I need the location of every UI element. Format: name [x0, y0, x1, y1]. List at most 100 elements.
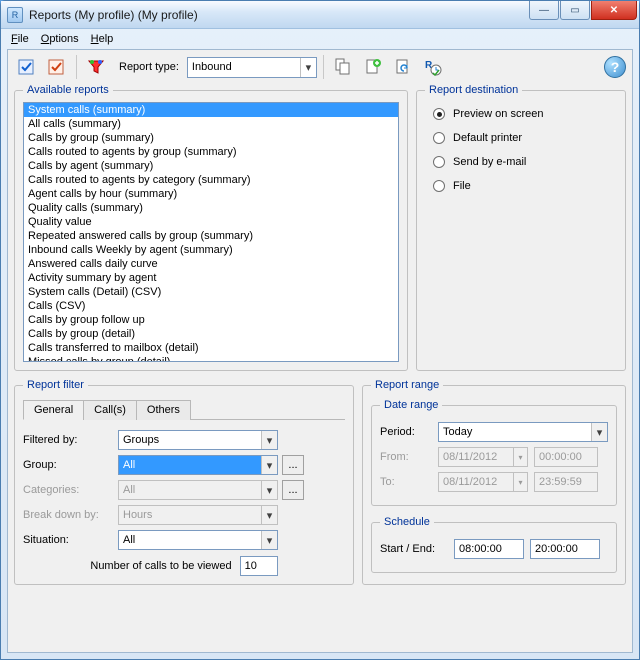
report-list-item[interactable]: Missed calls by group (detail): [24, 355, 398, 362]
radio-label: Default printer: [453, 132, 522, 144]
menu-file[interactable]: File: [11, 33, 29, 45]
radio-label: File: [453, 180, 471, 192]
report-list-item[interactable]: Calls by group (summary): [24, 131, 398, 145]
window-frame: R Reports (My profile) (My profile) — ▭ …: [0, 0, 640, 660]
report-list-item[interactable]: Quality calls (summary): [24, 201, 398, 215]
chevron-down-icon: ▾: [261, 531, 277, 549]
to-time-value: 23:59:59: [539, 476, 582, 488]
toolbar-separator: [76, 55, 77, 79]
to-time-input: 23:59:59: [534, 472, 598, 492]
close-button[interactable]: ✕: [591, 1, 637, 20]
filtered-by-value: Groups: [123, 434, 159, 446]
radio-label: Preview on screen: [453, 108, 544, 120]
report-list-item[interactable]: Calls routed to agents by group (summary…: [24, 145, 398, 159]
from-date-picker: 08/11/2012 ▾: [438, 447, 528, 467]
report-list-item[interactable]: Agent calls by hour (summary): [24, 187, 398, 201]
categories-browse-button[interactable]: ...: [282, 480, 304, 500]
tab-others[interactable]: Others: [136, 400, 191, 420]
filter-tabs: General Call(s) Others: [23, 399, 345, 420]
schedule-legend: Schedule: [380, 516, 434, 528]
chevron-down-icon: ▾: [513, 448, 527, 466]
client-area: Report type: Inbound ▾ R ? Available rep: [7, 49, 633, 653]
report-range-group: Report range Date range Period: Today ▾ …: [362, 379, 626, 585]
radio-icon: [433, 132, 445, 144]
chevron-down-icon: ▾: [300, 58, 316, 77]
report-list-item[interactable]: Repeated answered calls by group (summar…: [24, 229, 398, 243]
available-reports-group: Available reports System calls (summary)…: [14, 84, 408, 371]
toolbar-btn-check-blue[interactable]: [14, 54, 40, 80]
report-list-item[interactable]: System calls (summary): [24, 103, 398, 117]
available-reports-listbox[interactable]: System calls (summary)All calls (summary…: [23, 102, 399, 362]
menu-options[interactable]: Options: [41, 33, 79, 45]
radio-send-email[interactable]: Send by e-mail: [433, 156, 617, 168]
radio-preview[interactable]: Preview on screen: [433, 108, 617, 120]
radio-icon: [433, 156, 445, 168]
menubar: File Options Help: [1, 29, 639, 49]
breakdown-value: Hours: [123, 509, 152, 521]
tab-general[interactable]: General: [23, 400, 84, 420]
period-select[interactable]: Today ▾: [438, 422, 608, 442]
chevron-down-icon: ▾: [261, 481, 277, 499]
report-list-item[interactable]: System calls (Detail) (CSV): [24, 285, 398, 299]
report-type-select[interactable]: Inbound ▾: [187, 57, 317, 78]
chevron-down-icon: ▾: [513, 473, 527, 491]
tab-calls[interactable]: Call(s): [83, 400, 137, 420]
breakdown-label: Break down by:: [23, 509, 118, 521]
situation-select[interactable]: All ▾: [118, 530, 278, 550]
chevron-down-icon: ▾: [261, 456, 277, 474]
group-value: All: [123, 459, 135, 471]
add-report-icon[interactable]: [360, 54, 386, 80]
schedule-end-value: 20:00:00: [535, 543, 578, 555]
schedule-label: Start / End:: [380, 543, 448, 555]
report-list-item[interactable]: Calls by agent (summary): [24, 159, 398, 173]
toolbar-btn-check-red[interactable]: [44, 54, 70, 80]
radio-file[interactable]: File: [433, 180, 617, 192]
chevron-down-icon: ▾: [261, 431, 277, 449]
schedule-start-input[interactable]: 08:00:00: [454, 539, 524, 559]
filtered-by-label: Filtered by:: [23, 434, 118, 446]
period-value: Today: [443, 426, 472, 438]
group-select[interactable]: All ▾: [118, 455, 278, 475]
titlebar[interactable]: R Reports (My profile) (My profile) — ▭ …: [1, 1, 639, 29]
report-list-item[interactable]: Calls routed to agents by category (summ…: [24, 173, 398, 187]
date-range-group: Date range Period: Today ▾ From: 08/11/2…: [371, 399, 617, 506]
report-list-item[interactable]: Calls (CSV): [24, 299, 398, 313]
radio-default-printer[interactable]: Default printer: [433, 132, 617, 144]
schedule-end-input[interactable]: 20:00:00: [530, 539, 600, 559]
period-label: Period:: [380, 426, 432, 438]
maximize-button[interactable]: ▭: [560, 1, 590, 20]
available-reports-legend: Available reports: [23, 84, 113, 96]
minimize-button[interactable]: —: [529, 1, 559, 20]
window-title: Reports (My profile) (My profile): [29, 8, 198, 22]
chevron-down-icon: ▾: [261, 506, 277, 524]
report-list-item[interactable]: Calls by group (detail): [24, 327, 398, 341]
report-list-item[interactable]: Answered calls daily curve: [24, 257, 398, 271]
num-calls-input[interactable]: 10: [240, 556, 278, 576]
report-list-item[interactable]: Calls transferred to mailbox (detail): [24, 341, 398, 355]
report-list-item[interactable]: All calls (summary): [24, 117, 398, 131]
report-list-item[interactable]: Inbound calls Weekly by agent (summary): [24, 243, 398, 257]
to-date-value: 08/11/2012: [443, 476, 497, 488]
situation-value: All: [123, 534, 135, 546]
filter-icon[interactable]: [83, 54, 109, 80]
group-browse-button[interactable]: ...: [282, 455, 304, 475]
filtered-by-select[interactable]: Groups ▾: [118, 430, 278, 450]
num-calls-value: 10: [245, 560, 257, 572]
report-filter-group: Report filter General Call(s) Others Fil…: [14, 379, 354, 585]
group-label: Group:: [23, 459, 118, 471]
categories-label: Categories:: [23, 484, 118, 496]
report-list-item[interactable]: Activity summary by agent: [24, 271, 398, 285]
categories-select: All ▾: [118, 480, 278, 500]
copy-icon[interactable]: [330, 54, 356, 80]
schedule-reports-icon[interactable]: R: [420, 54, 446, 80]
help-button[interactable]: ?: [604, 56, 626, 78]
report-list-item[interactable]: Calls by group follow up: [24, 313, 398, 327]
menu-help[interactable]: Help: [91, 33, 114, 45]
from-time-value: 00:00:00: [539, 451, 582, 463]
to-label: To:: [380, 476, 432, 488]
categories-value: All: [123, 484, 135, 496]
refresh-report-icon[interactable]: [390, 54, 416, 80]
report-list-item[interactable]: Quality value: [24, 215, 398, 229]
report-range-legend: Report range: [371, 379, 443, 391]
situation-label: Situation:: [23, 534, 118, 546]
